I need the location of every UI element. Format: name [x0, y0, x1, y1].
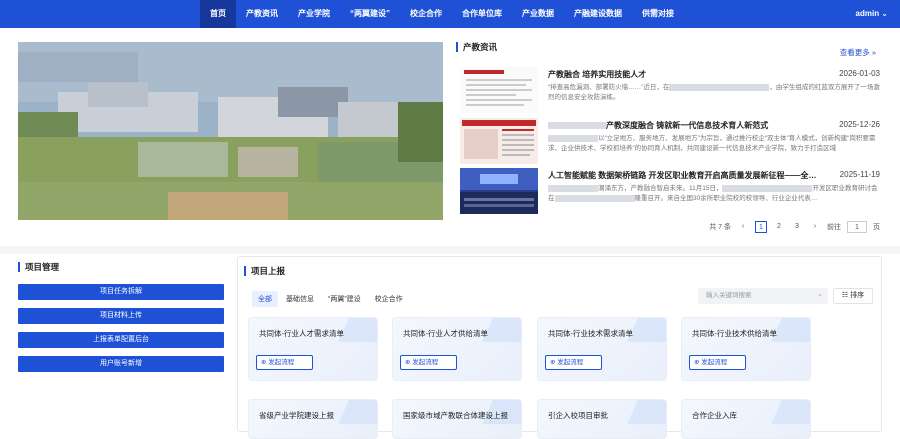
plus-circle-icon: ⊕: [694, 359, 700, 366]
news-more-link[interactable]: 查看更多 »: [840, 47, 876, 58]
search-input[interactable]: 输入关键词搜索 ⌕: [698, 288, 828, 304]
tab-two-wings[interactable]: “两翼”建设: [322, 291, 367, 307]
tab-school-enterprise[interactable]: 校企合作: [369, 291, 409, 307]
pager-total: 共 7 条: [709, 224, 731, 231]
nav-finance-data[interactable]: 产融建设数据: [564, 0, 632, 28]
nav-news[interactable]: 产教资讯: [236, 0, 288, 28]
nav-two-wings[interactable]: “两翼建设”: [340, 0, 400, 28]
nav-partner-library[interactable]: 合作单位库: [452, 0, 512, 28]
nav-supply-demand[interactable]: 供需对接: [632, 0, 684, 28]
news-date: 2025-11-19: [839, 170, 880, 179]
card-title: 共同体-行业技术供给清单: [692, 329, 777, 338]
pager-goto-label: 前往: [827, 224, 841, 231]
tab-basic-info[interactable]: 基础信息: [280, 291, 320, 307]
sort-button[interactable]: ☷ 排序: [833, 288, 873, 304]
start-process-button[interactable]: ⊕ 发起流程: [256, 355, 313, 370]
card-title: 共同体-行业技术需求清单: [548, 329, 633, 338]
card-title: 省级产业学院建设上报: [259, 411, 334, 420]
plus-circle-icon: ⊕: [405, 359, 411, 366]
report-card[interactable]: 合作企业入库: [681, 399, 811, 439]
project-report-title: 项目上报: [244, 266, 285, 276]
section-divider: [0, 246, 900, 254]
project-management-title: 项目管理: [18, 262, 224, 272]
start-process-button[interactable]: ⊕ 发起流程: [545, 355, 602, 370]
material-upload-button[interactable]: 项目材料上传: [18, 308, 224, 324]
sort-icon: ☷: [841, 292, 849, 299]
news-summary: 潮涌东方，产教融合智启未来。11月15日， 开发区职业教育研讨会在 隆重召开。来自全…: [548, 184, 878, 202]
news-title[interactable]: 产教深度融合 铸就新一代信息技术育人新范式: [548, 120, 818, 131]
plus-circle-icon: ⊕: [550, 359, 556, 366]
report-tabs: 全部 基础信息 “两翼”建设 校企合作: [252, 291, 409, 307]
nav-items: 首页 产教资讯 产业学院 “两翼建设” 校企合作 合作单位库 产业数据 产融建设…: [200, 0, 684, 28]
plus-circle-icon: ⊕: [261, 359, 267, 366]
form-config-button[interactable]: 上报表单配置后台: [18, 332, 224, 348]
tab-all[interactable]: 全部: [252, 291, 278, 307]
news-title[interactable]: 人工智能赋能 数据架桥链路 开发区职业教育开启高质量发展新征程——全国开…: [548, 170, 818, 181]
news-date: 2025-12-26: [839, 120, 880, 129]
report-card[interactable]: 共同体-行业技术需求清单 ⊕ 发起流程: [537, 317, 667, 381]
news-item[interactable]: 产教融合 培养实用技能人才 2026-01-03 “排查高危漏洞、部署防火墙………: [460, 67, 880, 115]
nav-industry-data[interactable]: 产业数据: [512, 0, 564, 28]
report-card[interactable]: 省级产业学院建设上报: [248, 399, 378, 439]
report-card[interactable]: 共同体-行业人才需求清单 ⊕ 发起流程: [248, 317, 378, 381]
pager-goto-input[interactable]: 1: [847, 221, 867, 233]
start-process-button[interactable]: ⊕ 发起流程: [400, 355, 457, 370]
news-summary: 以“立足地方、服务地方、发展地方”为宗旨，通过推行校企“双主体”育人模式，创新构…: [548, 134, 876, 152]
news-section-title: 产教资讯: [456, 42, 880, 52]
pager-page-1[interactable]: 1: [755, 221, 767, 233]
add-user-button[interactable]: 用户账号新增: [18, 356, 224, 372]
report-card[interactable]: 国家级市域产教联合体建设上报: [392, 399, 522, 439]
news-date: 2026-01-03: [839, 69, 880, 78]
nav-school-enterprise[interactable]: 校企合作: [400, 0, 452, 28]
news-pagination: 共 7 条 ‹ 1 2 3 › 前往 1 页: [709, 221, 880, 233]
news-item[interactable]: 产教深度融合 铸就新一代信息技术育人新范式 2025-12-26 以“立足地方、…: [460, 118, 880, 166]
start-process-button[interactable]: ⊕ 发起流程: [689, 355, 746, 370]
user-menu[interactable]: admin ⌄: [856, 0, 888, 28]
card-title: 共同体-行业人才供给清单: [403, 329, 488, 338]
news-section: 产教资讯 查看更多 » 产教融合 培养实用技能人才 2026-01-03 “排查…: [456, 42, 880, 242]
card-title: 国家级市域产教联合体建设上报: [403, 411, 508, 420]
top-nav: 首页 产教资讯 产业学院 “两翼建设” 校企合作 合作单位库 产业数据 产融建设…: [0, 0, 900, 28]
card-title: 共同体-行业人才需求清单: [259, 329, 344, 338]
project-report-panel: 项目上报 全部 基础信息 “两翼”建设 校企合作 输入关键词搜索 ⌕ ☷ 排序 共…: [237, 256, 882, 439]
search-icon: ⌕: [818, 292, 822, 299]
news-thumbnail: [460, 168, 538, 214]
pager-next-button[interactable]: ›: [809, 221, 821, 233]
report-card[interactable]: 引企入校项目审批: [537, 399, 667, 439]
report-card[interactable]: 共同体-行业技术供给清单 ⊕ 发起流程: [681, 317, 811, 381]
pager-unit: 页: [873, 224, 880, 231]
news-thumbnail: [460, 67, 538, 113]
nav-industry-college[interactable]: 产业学院: [288, 0, 340, 28]
news-item[interactable]: 人工智能赋能 数据架桥链路 开发区职业教育开启高质量发展新征程——全国开… 20…: [460, 168, 880, 216]
task-breakdown-button[interactable]: 项目任务拆解: [18, 284, 224, 300]
news-thumbnail: [460, 118, 538, 164]
pager-page-3[interactable]: 3: [791, 221, 803, 233]
news-summary: “排查高危漏洞、部署防火墙……”近日，在 ，由学生组成的红蓝双方展开了一场激烈的信…: [548, 83, 880, 101]
report-card[interactable]: 共同体-行业人才供给清单 ⊕ 发起流程: [392, 317, 522, 381]
news-title[interactable]: 产教融合 培养实用技能人才: [548, 69, 818, 80]
card-title: 引企入校项目审批: [548, 411, 608, 420]
pager-page-2[interactable]: 2: [773, 221, 785, 233]
project-management: 项目管理 项目任务拆解 项目材料上传 上报表单配置后台 用户账号新增: [18, 262, 224, 380]
campus-banner-image: [18, 42, 443, 220]
card-title: 合作企业入库: [692, 411, 737, 420]
nav-home[interactable]: 首页: [200, 0, 236, 28]
pager-prev-button[interactable]: ‹: [737, 221, 749, 233]
